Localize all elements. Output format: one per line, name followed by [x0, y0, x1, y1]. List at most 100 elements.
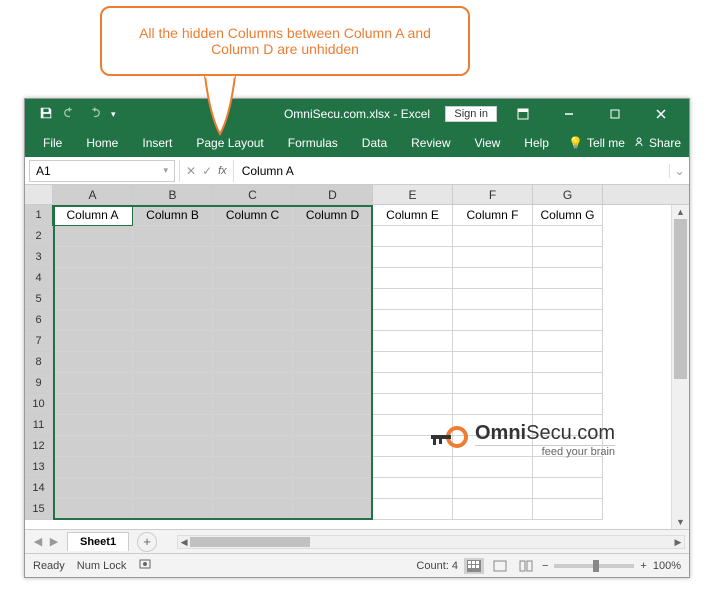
cell[interactable]: [373, 436, 453, 457]
cell[interactable]: [373, 268, 453, 289]
cell[interactable]: [53, 310, 133, 331]
col-header-g[interactable]: G: [533, 185, 603, 204]
cell[interactable]: [533, 415, 603, 436]
tab-data[interactable]: Data: [352, 132, 397, 154]
sheet-tab-sheet1[interactable]: Sheet1: [67, 532, 129, 551]
cell[interactable]: [373, 331, 453, 352]
cell[interactable]: [133, 415, 213, 436]
ribbon-display-options-icon[interactable]: [503, 99, 543, 129]
cell[interactable]: [53, 331, 133, 352]
prev-sheet-icon[interactable]: ◀: [31, 535, 45, 548]
qat-dropdown-icon[interactable]: ▾: [111, 109, 116, 120]
row-header[interactable]: 14: [25, 478, 53, 499]
cell[interactable]: [453, 394, 533, 415]
cell[interactable]: [293, 436, 373, 457]
cell[interactable]: [533, 373, 603, 394]
row-header[interactable]: 3: [25, 247, 53, 268]
cell[interactable]: [453, 436, 533, 457]
zoom-level[interactable]: 100%: [653, 560, 681, 572]
cell[interactable]: [293, 247, 373, 268]
cell[interactable]: [453, 310, 533, 331]
spreadsheet-grid[interactable]: A B C D E F G 1Column AColumn BColumn CC…: [25, 185, 689, 529]
enter-icon[interactable]: ✓: [202, 164, 212, 178]
scroll-right-icon[interactable]: ▶: [672, 536, 684, 548]
cell[interactable]: [293, 478, 373, 499]
cell[interactable]: [53, 352, 133, 373]
row-header[interactable]: 10: [25, 394, 53, 415]
redo-icon[interactable]: [87, 106, 101, 123]
cell[interactable]: Column C: [213, 205, 293, 226]
cell[interactable]: [293, 457, 373, 478]
fx-icon[interactable]: fx: [218, 165, 227, 177]
cell[interactable]: [293, 268, 373, 289]
cell[interactable]: [453, 478, 533, 499]
tell-me-button[interactable]: 💡 Tell me: [568, 136, 625, 150]
cell[interactable]: [293, 289, 373, 310]
cell[interactable]: [533, 457, 603, 478]
cell[interactable]: [133, 373, 213, 394]
zoom-slider[interactable]: [554, 564, 634, 568]
expand-formula-bar-icon[interactable]: ⌄: [669, 164, 689, 178]
cell[interactable]: [53, 478, 133, 499]
row-header[interactable]: 12: [25, 436, 53, 457]
cell[interactable]: [133, 352, 213, 373]
col-header-b[interactable]: B: [133, 185, 213, 204]
cell[interactable]: [133, 289, 213, 310]
cell[interactable]: [133, 436, 213, 457]
zoom-out-button[interactable]: −: [542, 560, 548, 572]
cell[interactable]: [533, 268, 603, 289]
name-box[interactable]: A1 ▾: [29, 160, 175, 182]
cell[interactable]: [533, 310, 603, 331]
cell[interactable]: [453, 373, 533, 394]
col-header-c[interactable]: C: [213, 185, 293, 204]
cell[interactable]: [533, 289, 603, 310]
cell[interactable]: [213, 352, 293, 373]
cell[interactable]: [293, 499, 373, 520]
col-header-a[interactable]: A: [53, 185, 133, 204]
cell[interactable]: [53, 415, 133, 436]
hscroll-thumb[interactable]: [190, 537, 310, 547]
scroll-up-icon[interactable]: ▲: [672, 205, 689, 219]
cell[interactable]: [453, 289, 533, 310]
cell[interactable]: [133, 268, 213, 289]
formula-input[interactable]: [234, 162, 669, 180]
cell[interactable]: [373, 247, 453, 268]
cell[interactable]: [53, 499, 133, 520]
maximize-icon[interactable]: [595, 99, 635, 129]
cell[interactable]: [213, 457, 293, 478]
tab-insert[interactable]: Insert: [132, 132, 182, 154]
cell[interactable]: [133, 478, 213, 499]
row-header[interactable]: 4: [25, 268, 53, 289]
row-header[interactable]: 5: [25, 289, 53, 310]
minimize-icon[interactable]: [549, 99, 589, 129]
close-icon[interactable]: [641, 99, 681, 129]
cell[interactable]: [373, 226, 453, 247]
row-header[interactable]: 6: [25, 310, 53, 331]
cell[interactable]: [53, 289, 133, 310]
row-header[interactable]: 8: [25, 352, 53, 373]
cell[interactable]: [373, 352, 453, 373]
cell[interactable]: [213, 436, 293, 457]
view-normal-icon[interactable]: [464, 558, 484, 574]
tab-review[interactable]: Review: [401, 132, 460, 154]
cell[interactable]: [133, 457, 213, 478]
tab-help[interactable]: Help: [514, 132, 559, 154]
cell[interactable]: Column G: [533, 205, 603, 226]
cell[interactable]: [373, 289, 453, 310]
cell[interactable]: Column F: [453, 205, 533, 226]
zoom-in-button[interactable]: +: [640, 560, 646, 572]
cell[interactable]: [373, 415, 453, 436]
cell[interactable]: [213, 331, 293, 352]
cell[interactable]: [133, 247, 213, 268]
row-header[interactable]: 7: [25, 331, 53, 352]
cell[interactable]: [293, 373, 373, 394]
row-header[interactable]: 11: [25, 415, 53, 436]
cell[interactable]: Column E: [373, 205, 453, 226]
cell[interactable]: [133, 499, 213, 520]
cell[interactable]: [53, 457, 133, 478]
cell[interactable]: [293, 415, 373, 436]
horizontal-scrollbar[interactable]: ◀ ▶: [177, 535, 685, 549]
row-header[interactable]: 1: [25, 205, 53, 226]
cell[interactable]: [453, 352, 533, 373]
cell[interactable]: [373, 457, 453, 478]
